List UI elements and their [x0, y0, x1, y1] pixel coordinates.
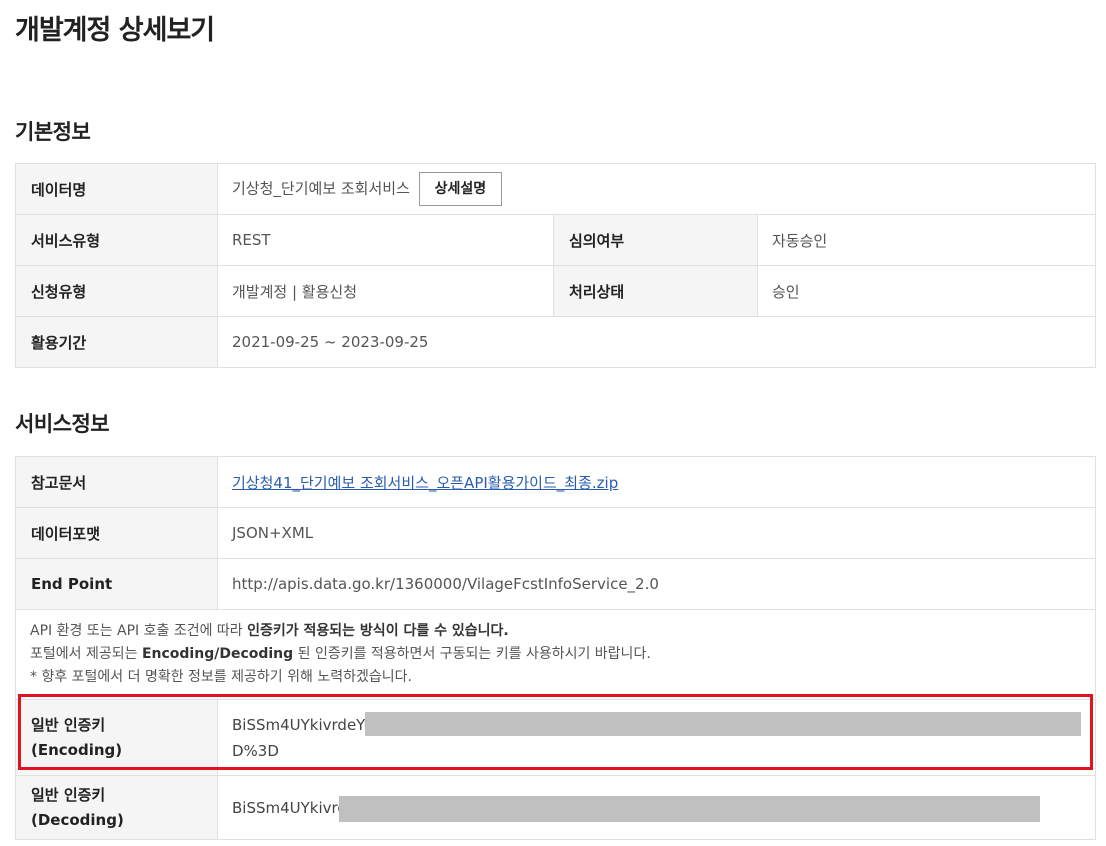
detail-description-button[interactable]: 상세설명: [418, 172, 503, 206]
notice-line-2-bold: Encoding/Decoding: [141, 646, 294, 662]
endpoint-label: End Point: [15, 558, 218, 610]
row-endpoint: End Point http://apis.data.go.kr/1360000…: [15, 558, 1096, 610]
row-decoding-key: 일반 인증키 (Decoding) BiSSm4UYkivrd: [15, 775, 1096, 840]
encoding-key-redaction: [365, 711, 1081, 736]
decoding-key-label: 일반 인증키 (Decoding): [15, 775, 218, 840]
row-service-type: 서비스유형 REST 심의여부 자동승인: [15, 214, 1097, 266]
notice-line-2: 포털에서 제공되는 Encoding/Decoding 된 인증키를 적용하면서…: [30, 643, 1081, 666]
row-encoding-key: 일반 인증키 (Encoding) BiSSm4UYkivrdeYu D%3D: [15, 699, 1096, 776]
period-label: 활용기간: [15, 316, 218, 368]
basic-info-title: 기본정보: [15, 120, 91, 144]
row-format: 데이터포맷 JSON+XML: [15, 507, 1096, 559]
review-label: 심의여부: [553, 214, 758, 266]
decoding-key-redaction: [339, 795, 1040, 822]
data-name-cell: 기상청_단기예보 조회서비스 상세설명: [216, 163, 1097, 215]
encoding-key-cell[interactable]: BiSSm4UYkivrdeYu D%3D: [217, 699, 1096, 776]
row-data-name: 데이터명 기상청_단기예보 조회서비스 상세설명: [15, 163, 1097, 215]
encoding-key-label: 일반 인증키 (Encoding): [15, 699, 218, 776]
notice-line-3: * 향후 포털에서 더 명확한 정보를 제공하기 위해 노력하겠습니다.: [30, 669, 412, 685]
ref-doc-link[interactable]: 기상청41_단기예보 조회서비스_오픈API활용가이드_최종.zip: [232, 474, 618, 492]
page-title: 개발계정 상세보기: [15, 15, 215, 46]
data-name-value: 기상청_단기예보 조회서비스: [232, 179, 410, 198]
endpoint-value: http://apis.data.go.kr/1360000/VilageFcs…: [217, 558, 1096, 610]
ref-doc-label: 참고문서: [15, 456, 218, 508]
period-value: 2021-09-25 ~ 2023-09-25: [216, 316, 1097, 368]
decoding-key-label-line-2: (Decoding): [31, 810, 124, 829]
decoding-key-value[interactable]: BiSSm4UYkivrd: [232, 795, 1081, 822]
encoding-key-label-line-2: (Encoding): [31, 740, 123, 759]
row-ref-doc: 참고문서 기상청41_단기예보 조회서비스_오픈API활용가이드_최종.zip: [15, 456, 1096, 508]
service-type-label: 서비스유형: [15, 214, 218, 266]
service-info-title: 서비스정보: [15, 412, 110, 436]
encoding-key-label-line-1: 일반 인증키: [31, 715, 106, 734]
notice-line-2-tail: 된 인증키를 적용하면서 구동되는 키를 사용하시기 바랍니다.: [293, 646, 651, 662]
service-type-value: REST: [217, 214, 554, 266]
auth-key-notice: API 환경 또는 API 호출 조건에 따라 인증키가 적용되는 방식이 다를…: [15, 609, 1096, 700]
status-label: 처리상태: [553, 265, 758, 317]
decoding-key-text: BiSSm4UYkivrd: [232, 798, 347, 817]
notice-line-1: API 환경 또는 API 호출 조건에 따라 인증키가 적용되는 방식이 다를…: [30, 620, 1081, 643]
ref-doc-cell: 기상청41_단기예보 조회서비스_오픈API활용가이드_최종.zip: [217, 456, 1096, 508]
notice-line-2-text: 포털에서 제공되는: [30, 646, 142, 662]
status-value: 승인: [756, 265, 1097, 317]
apply-type-value: 개발계정 | 활용신청: [217, 265, 554, 317]
basic-info-table: 데이터명 기상청_단기예보 조회서비스 상세설명 서비스유형 REST 심의여부…: [15, 163, 1097, 368]
encoding-key-line-2: D%3D: [232, 741, 279, 760]
notice-line-1-bold: 인증키가 적용되는 방식이 다를 수 있습니다.: [247, 623, 509, 639]
data-name-label: 데이터명: [15, 163, 218, 215]
row-period: 활용기간 2021-09-25 ~ 2023-09-25: [15, 316, 1097, 368]
row-notice: API 환경 또는 API 호출 조건에 따라 인증키가 적용되는 방식이 다를…: [15, 609, 1096, 700]
encoding-key-value[interactable]: BiSSm4UYkivrdeYu D%3D: [232, 711, 1081, 764]
review-value: 자동승인: [756, 214, 1097, 266]
format-label: 데이터포맷: [15, 507, 218, 559]
notice-line-1-text: API 환경 또는 API 호출 조건에 따라: [30, 623, 248, 639]
service-info-table: 참고문서 기상청41_단기예보 조회서비스_오픈API활용가이드_최종.zip …: [15, 456, 1096, 840]
apply-type-label: 신청유형: [15, 265, 218, 317]
decoding-key-cell[interactable]: BiSSm4UYkivrd: [217, 775, 1096, 840]
row-apply-type: 신청유형 개발계정 | 활용신청 처리상태 승인: [15, 265, 1097, 317]
decoding-key-label-line-1: 일반 인증키: [31, 785, 106, 804]
format-value: JSON+XML: [217, 507, 1096, 559]
